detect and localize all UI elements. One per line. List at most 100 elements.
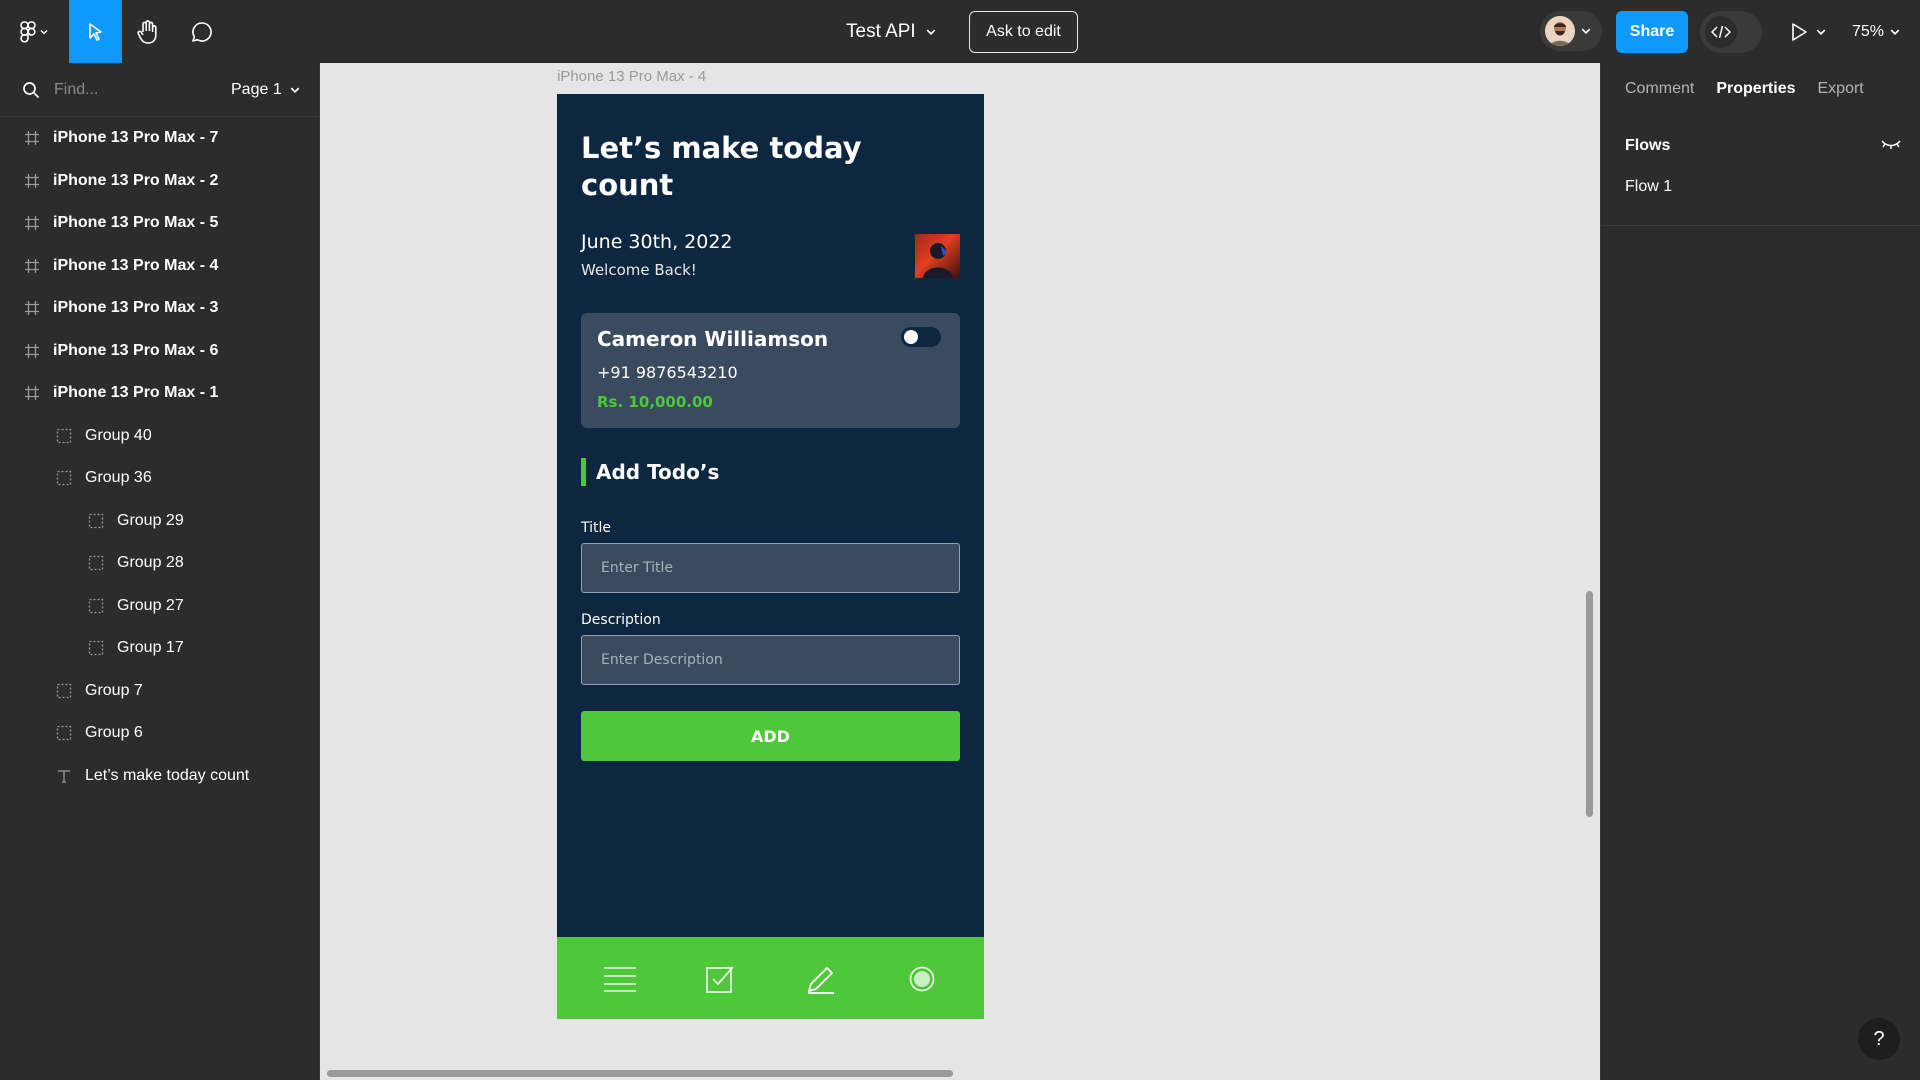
figma-logo-icon — [20, 20, 36, 43]
move-tool-button[interactable] — [69, 0, 122, 63]
flows-title: Flows — [1625, 137, 1671, 154]
group-icon — [88, 556, 104, 571]
tab-export[interactable]: Export — [1818, 80, 1864, 98]
layer-item[interactable]: Group 29 — [0, 500, 319, 543]
main-menu-button[interactable] — [14, 0, 54, 63]
phone-date: June 30th, 2022 — [581, 231, 733, 253]
layer-item[interactable]: iPhone 13 Pro Max - 2 — [0, 160, 319, 203]
layer-item[interactable]: iPhone 13 Pro Max - 6 — [0, 330, 319, 373]
help-button[interactable]: ? — [1858, 1018, 1900, 1060]
layer-item[interactable]: Group 40 — [0, 415, 319, 458]
section-header: Add Todo’s — [581, 458, 719, 486]
zoom-menu[interactable]: 75% — [1852, 0, 1900, 63]
layer-label: Group 28 — [117, 554, 184, 572]
layer-item[interactable]: iPhone 13 Pro Max - 7 — [0, 117, 319, 160]
layer-item[interactable]: iPhone 13 Pro Max - 1 — [0, 372, 319, 415]
frame-icon — [25, 343, 39, 358]
bottom-nav — [557, 937, 984, 1019]
layer-label: iPhone 13 Pro Max - 3 — [53, 299, 219, 317]
tab-comment[interactable]: Comment — [1625, 80, 1694, 98]
file-title: Test API — [846, 20, 916, 42]
hide-flows-button[interactable] — [1881, 137, 1901, 156]
search-icon — [23, 81, 40, 98]
menu-icon — [602, 961, 638, 997]
page-selector[interactable]: Page 1 — [231, 63, 300, 117]
avatar — [1545, 16, 1575, 46]
profile-photo — [915, 234, 960, 278]
frame-icon — [25, 173, 39, 188]
layer-item[interactable]: Group 36 — [0, 457, 319, 500]
checkbox-icon — [702, 961, 738, 997]
layer-label: Group 6 — [85, 724, 143, 742]
frame-icon — [25, 301, 39, 316]
group-icon — [88, 513, 104, 528]
page-selector-label: Page 1 — [231, 81, 282, 98]
layer-label: iPhone 13 Pro Max - 1 — [53, 384, 219, 402]
phone-welcome: Welcome Back! — [581, 261, 697, 279]
layer-item[interactable]: Group 17 — [0, 627, 319, 670]
dev-mode-toggle[interactable] — [1700, 11, 1762, 53]
phone-frame[interactable]: Let’s make today count June 30th, 2022 W… — [557, 94, 984, 1019]
frame-icon — [25, 386, 39, 401]
hand-tool-button[interactable] — [128, 0, 168, 63]
layer-item[interactable]: iPhone 13 Pro Max - 3 — [0, 287, 319, 330]
chevron-down-icon — [926, 29, 936, 35]
present-button[interactable] — [1790, 0, 1826, 63]
layer-item[interactable]: Let’s make today count — [0, 755, 319, 798]
card-toggle — [901, 327, 941, 347]
card-amount: Rs. 10,000.00 — [597, 393, 713, 411]
group-icon — [56, 726, 72, 741]
layer-label: Group 17 — [117, 639, 184, 657]
text-layer-icon — [58, 770, 70, 783]
layer-item[interactable]: Group 7 — [0, 670, 319, 713]
ask-to-edit-button[interactable]: Ask to edit — [969, 11, 1078, 53]
comment-tool-button[interactable] — [182, 0, 222, 63]
file-title-menu[interactable]: Test API — [846, 0, 936, 63]
layer-label: Group 29 — [117, 511, 184, 529]
frame-label[interactable]: iPhone 13 Pro Max - 4 — [557, 68, 706, 85]
chevron-down-icon — [1581, 28, 1591, 35]
layer-item[interactable]: Group 28 — [0, 542, 319, 585]
section-title: Add Todo’s — [596, 460, 720, 484]
pencil-icon — [803, 961, 839, 997]
vertical-scrollbar[interactable] — [1586, 591, 1593, 817]
section-accent-bar — [581, 458, 586, 486]
layer-item[interactable]: iPhone 13 Pro Max - 5 — [0, 202, 319, 245]
user-menu[interactable] — [1540, 11, 1602, 51]
layer-label: Group 27 — [117, 596, 184, 614]
layer-label: iPhone 13 Pro Max - 4 — [53, 256, 219, 274]
share-button[interactable]: Share — [1616, 11, 1688, 53]
layer-item[interactable]: iPhone 13 Pro Max - 4 — [0, 245, 319, 288]
layer-label: iPhone 13 Pro Max - 6 — [53, 341, 219, 359]
flows-section: Flows Flow 1 — [1601, 115, 1920, 226]
title-input — [581, 543, 960, 593]
flow-item[interactable]: Flow 1 — [1625, 178, 1672, 196]
layer-label: iPhone 13 Pro Max - 5 — [53, 214, 219, 232]
layer-item[interactable]: Group 6 — [0, 712, 319, 755]
description-input — [581, 635, 960, 685]
record-icon — [904, 961, 940, 997]
layers-panel: Page 1 iPhone 13 Pro Max - 7 iPhone 13 P… — [0, 63, 320, 1080]
title-label: Title — [581, 520, 612, 536]
chevron-down-icon — [40, 29, 48, 34]
search-input[interactable] — [54, 80, 204, 99]
group-icon — [88, 641, 104, 656]
toolbar: Test API Ask to edit Share 75% — [0, 0, 1920, 63]
eye-closed-icon — [1881, 140, 1901, 149]
zoom-level: 75% — [1852, 22, 1885, 40]
tab-properties[interactable]: Properties — [1716, 80, 1795, 98]
layer-label: Group 40 — [85, 426, 152, 444]
layer-label: iPhone 13 Pro Max - 2 — [53, 171, 219, 189]
horizontal-scrollbar[interactable] — [327, 1070, 953, 1077]
properties-panel: Comment Properties Export Flows Flow 1 — [1600, 63, 1920, 1080]
layer-label: Let’s make today count — [85, 766, 250, 784]
cursor-icon — [88, 22, 102, 41]
layer-item[interactable]: Group 27 — [0, 585, 319, 628]
layer-label: Group 7 — [85, 681, 143, 699]
canvas[interactable]: iPhone 13 Pro Max - 4 Let’s make today c… — [320, 63, 1600, 1080]
layer-label: iPhone 13 Pro Max - 7 — [53, 129, 219, 147]
layer-search: Page 1 — [0, 63, 319, 117]
frame-icon — [25, 216, 39, 231]
chevron-down-icon — [290, 87, 300, 94]
play-icon — [1792, 22, 1807, 41]
